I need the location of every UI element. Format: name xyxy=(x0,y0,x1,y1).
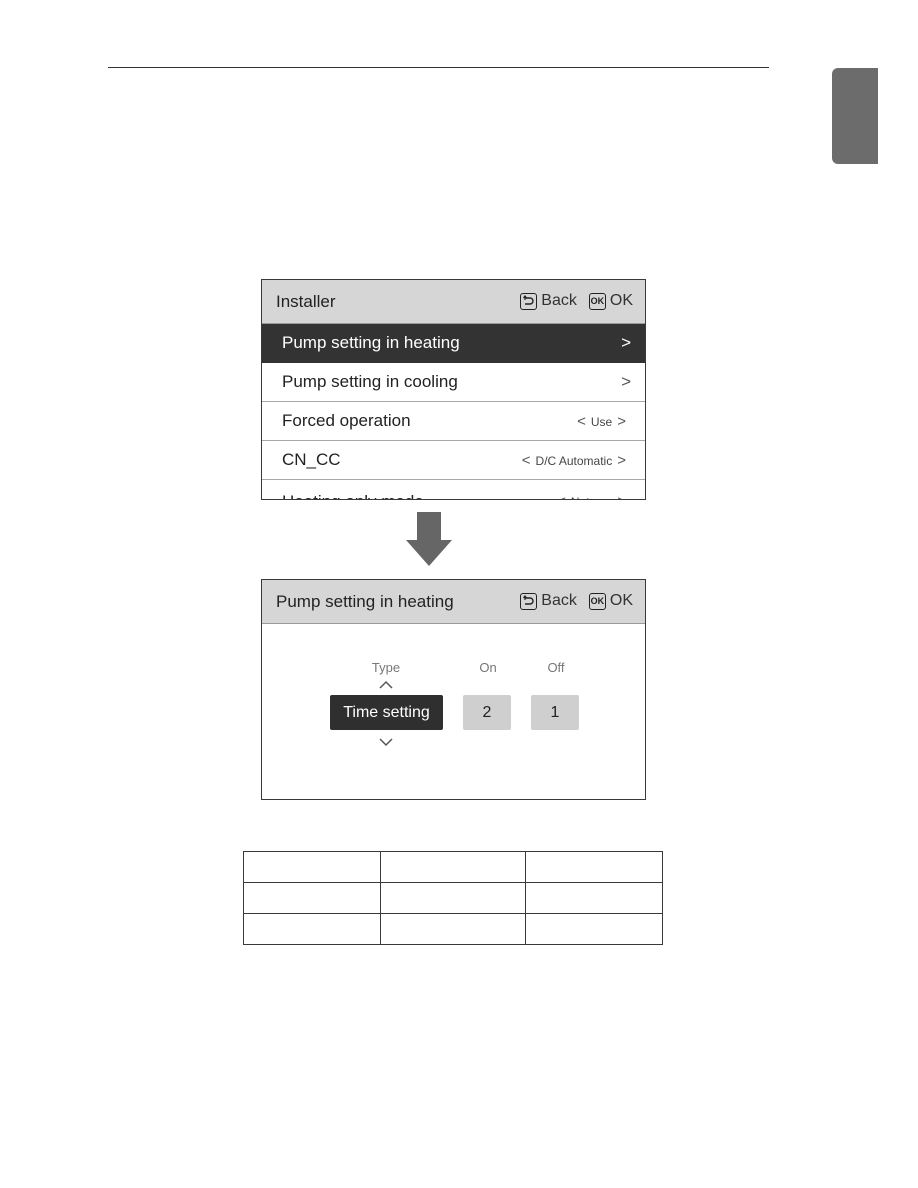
down-arrow-icon xyxy=(406,512,452,566)
chevron-up-icon[interactable] xyxy=(379,680,393,689)
pump-heating-screen: Pump setting in heating Back OK OK Type … xyxy=(261,579,646,800)
back-button[interactable]: Back xyxy=(541,592,577,610)
option-selector[interactable]: < Use > xyxy=(572,413,631,430)
chevron-right-icon[interactable]: > xyxy=(617,452,626,469)
menu-item-cn-cc[interactable]: CN_CC < D/C Automatic > xyxy=(262,441,645,480)
table-cell xyxy=(243,913,381,945)
table-cell xyxy=(380,913,526,945)
table-cell xyxy=(525,851,663,883)
chevron-left-icon[interactable]: < xyxy=(557,493,566,499)
menu-item-label: Heating only mode xyxy=(282,492,424,499)
language-side-tab xyxy=(832,68,878,164)
menu-item-pump-cooling[interactable]: Pump setting in cooling > xyxy=(262,363,645,402)
top-rule xyxy=(108,67,769,68)
menu-item-heating-only-mode[interactable]: Heating only mode < Not use > xyxy=(262,480,645,500)
option-value: Use xyxy=(590,414,613,429)
menu-item-label: Pump setting in heating xyxy=(282,333,460,352)
table-cell xyxy=(525,913,663,945)
settings-table xyxy=(243,851,663,945)
menu-item-label: Forced operation xyxy=(282,411,411,430)
type-label: Type xyxy=(371,660,401,675)
back-icon[interactable] xyxy=(520,292,538,310)
menu-item-label: Pump setting in cooling xyxy=(282,372,458,391)
screen-title: Installer xyxy=(276,292,336,311)
chevron-left-icon[interactable]: < xyxy=(577,413,586,430)
chevron-left-icon[interactable]: < xyxy=(522,452,531,469)
option-value: Not use xyxy=(571,495,612,500)
type-selector[interactable]: Time setting xyxy=(330,695,443,730)
installer-screen: Installer Back OK OK Pump setting in hea… xyxy=(261,279,646,500)
chevron-right-icon[interactable]: > xyxy=(617,493,626,499)
table-cell xyxy=(525,882,663,914)
screen-header: Pump setting in heating Back OK OK xyxy=(262,580,645,624)
ok-button[interactable]: OK xyxy=(610,592,633,610)
chevron-right-icon: > xyxy=(621,333,631,352)
back-button[interactable]: Back xyxy=(541,292,577,310)
screen-title: Pump setting in heating xyxy=(276,592,454,611)
option-selector[interactable]: < Not use > xyxy=(552,493,631,500)
off-value-field[interactable]: 1 xyxy=(531,695,579,730)
table-row xyxy=(243,851,663,883)
ok-icon[interactable]: OK xyxy=(588,592,606,610)
option-value: D/C Automatic xyxy=(535,453,613,468)
off-label: Off xyxy=(547,660,565,675)
menu-item-pump-heating[interactable]: Pump setting in heating > xyxy=(262,324,645,363)
menu-item-label: CN_CC xyxy=(282,450,341,469)
table-cell xyxy=(243,882,381,914)
ok-button[interactable]: OK xyxy=(610,292,633,310)
chevron-down-icon[interactable] xyxy=(379,738,393,747)
ok-icon[interactable]: OK xyxy=(588,292,606,310)
on-value-field[interactable]: 2 xyxy=(463,695,511,730)
table-cell xyxy=(380,882,526,914)
screen-header: Installer Back OK OK xyxy=(262,280,645,324)
table-cell xyxy=(243,851,381,883)
table-row xyxy=(243,913,663,945)
table-row xyxy=(243,882,663,914)
option-selector[interactable]: < D/C Automatic > xyxy=(517,452,631,469)
table-cell xyxy=(380,851,526,883)
chevron-right-icon[interactable]: > xyxy=(617,413,626,430)
menu-item-forced-operation[interactable]: Forced operation < Use > xyxy=(262,402,645,441)
back-icon[interactable] xyxy=(520,592,538,610)
chevron-right-icon: > xyxy=(621,372,631,391)
on-label: On xyxy=(479,660,497,675)
